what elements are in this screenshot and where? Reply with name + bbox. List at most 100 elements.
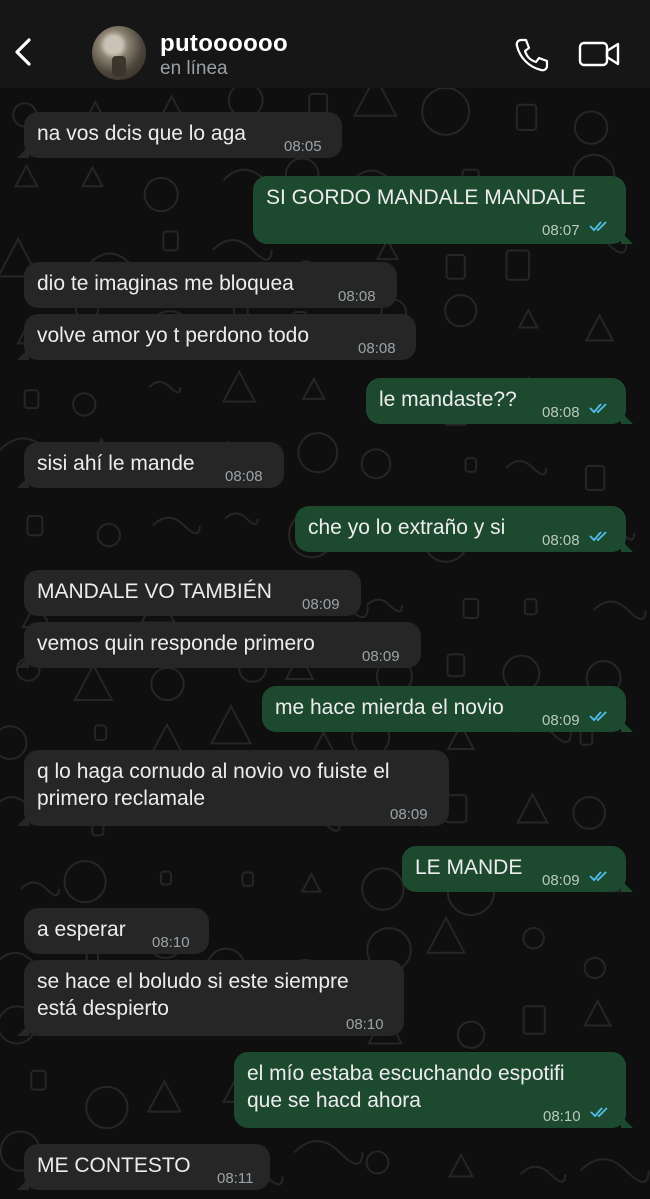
message-incoming[interactable]: MANDALE VO TAMBIÉN 08:09	[24, 570, 361, 616]
wallpaper-doodle	[444, 293, 478, 328]
message-incoming[interactable]: dio te imaginas me bloquea 08:08	[24, 262, 397, 308]
wallpaper-doodle	[448, 1152, 475, 1178]
wallpaper-doodle	[23, 389, 40, 410]
wallpaper-doodle	[300, 872, 323, 893]
wallpaper-doodle	[523, 598, 538, 616]
read-ticks-icon	[589, 871, 607, 882]
wallpaper-doodle	[572, 796, 607, 830]
wallpaper-doodle	[515, 103, 538, 132]
message-outgoing[interactable]: el mío estaba escuchando espotifi que se…	[234, 1052, 633, 1128]
message-incoming[interactable]: na vos dcis que lo aga 08:05	[17, 112, 342, 158]
read-ticks-icon	[589, 531, 607, 542]
message-time: 08:08	[338, 288, 376, 305]
wallpaper-doodle	[352, 88, 398, 117]
message-time: 08:08	[358, 340, 396, 357]
message-text-line-1: se hace el boludo si este siempre	[37, 970, 349, 993]
message-text-line-1: el mío estaba escuchando espotifi	[247, 1062, 565, 1085]
contact-avatar[interactable]	[92, 26, 146, 80]
wallpaper-doodle	[505, 460, 548, 476]
wallpaper-doodle	[96, 522, 122, 548]
message-text-line-2: está despierto	[37, 997, 169, 1020]
wallpaper-doodle	[421, 88, 470, 136]
message-outgoing[interactable]: LE MANDE 08:09	[402, 846, 633, 892]
read-ticks-icon	[589, 711, 607, 722]
wallpaper-doodle	[584, 313, 615, 342]
contact-name[interactable]: putoooooo	[160, 30, 288, 58]
wallpaper-doodle	[152, 516, 201, 535]
message-text: che yo lo extraño y si	[308, 516, 506, 539]
wallpaper-doodle	[209, 704, 253, 745]
wallpaper-doodle	[505, 249, 531, 281]
message-incoming[interactable]: a esperar 08:10	[24, 908, 209, 954]
message-text: vemos quin responde primero	[37, 632, 315, 655]
chat-area[interactable]: na vos dcis que lo aga 08:05 SI GORDO MA…	[0, 88, 650, 1199]
wallpaper-doodle	[579, 1158, 650, 1183]
chevron-left-icon	[15, 38, 31, 66]
message-outgoing[interactable]: che yo lo extraño y si 08:08	[295, 506, 633, 552]
wallpaper-doodle	[519, 1165, 567, 1183]
message-outgoing[interactable]: me hace mierda el novio 08:09	[262, 686, 633, 732]
message-text: le mandaste??	[379, 388, 517, 411]
wallpaper-doodle	[221, 369, 257, 403]
message-incoming[interactable]: se hace el boludo si este siempre está d…	[17, 960, 404, 1036]
wallpaper-doodle	[241, 871, 254, 887]
wallpaper-doodle	[143, 176, 179, 213]
wallpaper-doodle	[301, 376, 327, 400]
message-text: sisi ahí le mande	[37, 452, 195, 475]
message-time: 08:11	[217, 1170, 254, 1187]
wallpaper-doodle	[515, 792, 549, 824]
wallpaper-doodle	[13, 163, 40, 188]
message-time: 08:07	[542, 222, 580, 239]
message-text: SI GORDO MANDALE MANDALE	[266, 186, 586, 209]
message-time: 08:05	[284, 138, 322, 155]
wallpaper-doodle	[19, 881, 61, 897]
message-text: me hace mierda el novio	[275, 696, 504, 719]
message-incoming[interactable]: sisi ahí le mande 08:08	[17, 442, 284, 488]
wallpaper-doodle	[224, 512, 259, 526]
read-ticks-icon	[590, 1107, 608, 1118]
wallpaper-doodle	[0, 725, 28, 761]
message-text: volve amor yo t perdono todo	[37, 324, 309, 347]
wallpaper-doodle	[584, 465, 606, 491]
message-text-line-2: que se hacd ahora	[247, 1089, 421, 1112]
wallpaper-doodle	[573, 110, 609, 145]
phone-icon	[515, 38, 549, 72]
back-button[interactable]	[12, 36, 36, 68]
message-incoming[interactable]: ME CONTESTO 08:11	[17, 1144, 270, 1190]
wallpaper-doodle	[517, 308, 540, 329]
wallpaper-doodle	[150, 666, 185, 702]
wallpaper-doodle	[162, 230, 179, 252]
message-incoming[interactable]: vemos quin responde primero 08:09	[17, 622, 421, 668]
message-outgoing[interactable]: SI GORDO MANDALE MANDALE 08:07	[253, 176, 633, 244]
wallpaper-doodle	[146, 1079, 183, 1113]
wallpaper-doodle	[365, 598, 403, 613]
wallpaper-doodle	[63, 860, 107, 904]
wallpaper-doodle	[592, 600, 647, 620]
message-time: 08:09	[542, 712, 580, 729]
message-incoming[interactable]: q lo haga cornudo al novio vo fuiste el …	[17, 750, 449, 826]
message-text: MANDALE VO TAMBIÉN	[37, 580, 272, 603]
message-incoming[interactable]: volve amor yo t perdono todo 08:08	[17, 314, 416, 360]
wallpaper-doodle	[26, 514, 44, 537]
wallpaper-doodle	[464, 457, 478, 473]
message-time: 08:09	[362, 648, 400, 665]
wallpaper-doodle	[425, 915, 467, 954]
message-time: 08:09	[390, 806, 428, 823]
wallpaper-doodle	[72, 392, 97, 417]
message-time: 08:08	[542, 532, 580, 549]
message-time: 08:10	[152, 934, 190, 951]
message-outgoing[interactable]: le mandaste?? 08:08	[366, 378, 633, 424]
wallpaper-doodle	[30, 1069, 47, 1091]
message-text: dio te imaginas me bloquea	[37, 272, 294, 295]
message-time: 08:08	[225, 468, 263, 485]
video-call-button[interactable]	[578, 38, 622, 70]
wallpaper-doodle	[365, 1150, 390, 1175]
message-text: LE MANDE	[415, 856, 523, 879]
wallpaper-doodle	[522, 926, 545, 950]
wallpaper-doodle	[148, 380, 182, 394]
voice-call-button[interactable]	[512, 36, 550, 74]
wallpaper-doodle	[360, 448, 392, 480]
wallpaper-doodle	[583, 998, 613, 1027]
message-time: 08:09	[542, 872, 580, 889]
message-text: ME CONTESTO	[37, 1154, 191, 1177]
